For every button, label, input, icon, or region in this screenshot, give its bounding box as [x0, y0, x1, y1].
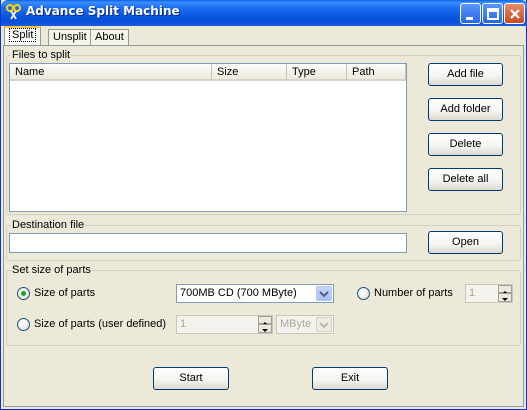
size-of-parts-radio[interactable]: [17, 287, 30, 300]
destination-file-input[interactable]: [9, 233, 407, 253]
column-header-path[interactable]: Path: [347, 64, 406, 81]
exit-button[interactable]: Exit: [312, 367, 388, 390]
minimize-button[interactable]: [460, 3, 481, 24]
size-preset-value: 700MB CD (700 MByte): [180, 287, 297, 299]
delete-all-button[interactable]: Delete all: [428, 168, 503, 191]
set-size-of-parts-group: Set size of parts: [6, 264, 521, 346]
spin-up-icon[interactable]: [498, 285, 512, 294]
unit-value: MByte: [280, 318, 312, 330]
delete-button[interactable]: Delete: [428, 133, 503, 156]
window-title: Advance Split Machine: [26, 4, 180, 18]
files-to-split-label: Files to split: [11, 49, 72, 61]
tab-split[interactable]: Split: [4, 26, 42, 46]
scissors-icon: [5, 4, 22, 21]
user-defined-size-radio[interactable]: [17, 318, 30, 331]
close-icon: [510, 9, 520, 19]
radio-selected-dot: [21, 291, 26, 296]
spin-down-icon[interactable]: [258, 324, 272, 333]
column-header-name[interactable]: Name: [10, 64, 212, 81]
chevron-down-icon[interactable]: [316, 317, 332, 332]
number-of-parts-value: 1: [469, 287, 476, 299]
chevron-down-icon[interactable]: [316, 286, 332, 301]
start-button[interactable]: Start: [153, 367, 229, 390]
tab-unsplit[interactable]: Unsplit: [48, 29, 92, 46]
maximize-icon: [487, 8, 499, 20]
spin-up-icon[interactable]: [258, 316, 272, 325]
set-size-of-parts-label: Set size of parts: [11, 264, 92, 276]
tab-about[interactable]: About: [90, 29, 129, 46]
user-defined-size-stepper[interactable]: 1: [176, 315, 273, 334]
files-list-header: Name Size Type Path: [10, 64, 406, 81]
number-of-parts-label: Number of parts: [374, 287, 453, 299]
minimize-icon: [466, 17, 473, 20]
close-button[interactable]: [504, 3, 525, 24]
title-bar[interactable]: Advance Split Machine: [1, 0, 527, 26]
stepper-buttons: [258, 316, 272, 333]
stepper-buttons: [498, 285, 512, 302]
add-file-button[interactable]: Add file: [428, 63, 503, 86]
maximize-button[interactable]: [482, 3, 503, 24]
add-folder-button[interactable]: Add folder: [428, 98, 503, 121]
size-preset-select[interactable]: 700MB CD (700 MByte): [176, 284, 334, 303]
size-of-parts-label: Size of parts: [34, 287, 96, 299]
user-defined-size-label: Size of parts (user defined): [34, 318, 167, 330]
number-of-parts-stepper[interactable]: 1: [465, 284, 513, 303]
app-window: Advance Split Machine Split Unsplit Abou…: [0, 0, 527, 410]
unit-select[interactable]: MByte: [276, 315, 334, 334]
user-defined-size-value: 1: [180, 318, 187, 330]
files-list[interactable]: Name Size Type Path: [9, 63, 407, 212]
column-header-type[interactable]: Type: [287, 64, 347, 81]
column-header-size[interactable]: Size: [212, 64, 287, 81]
destination-file-label: Destination file: [11, 219, 86, 231]
number-of-parts-radio[interactable]: [357, 287, 370, 300]
spin-down-icon[interactable]: [498, 293, 512, 302]
open-button[interactable]: Open: [428, 231, 503, 254]
